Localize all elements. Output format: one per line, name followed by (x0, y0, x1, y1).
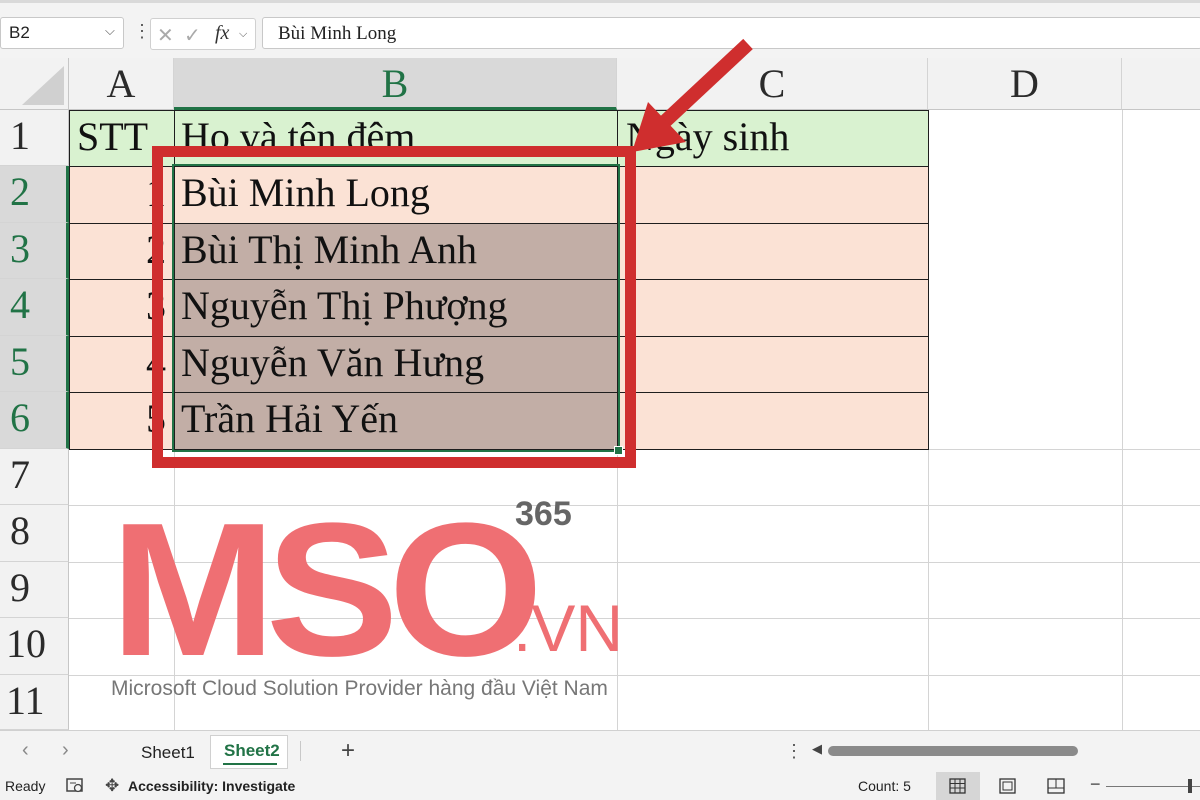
cell-c3[interactable] (617, 223, 929, 280)
row-header-6[interactable]: 6 (0, 392, 69, 449)
name-box[interactable]: B2 ⌵ (0, 17, 124, 49)
row-header-1[interactable]: 1 (0, 110, 69, 166)
column-header-d[interactable]: D (928, 58, 1122, 110)
column-header-a[interactable]: A (69, 58, 174, 110)
column-header-b[interactable]: B (174, 58, 617, 110)
scroll-tabs-right-icon[interactable]: › (62, 739, 69, 762)
more-options-icon[interactable]: ⋮ (785, 741, 803, 762)
row-header-2[interactable]: 2 (0, 166, 69, 223)
scroll-left-icon[interactable]: ◀ (812, 741, 822, 757)
row-header-8[interactable]: 8 (0, 505, 69, 562)
normal-view-button[interactable] (936, 772, 980, 800)
scroll-tabs-left-icon[interactable]: ‹ (22, 739, 29, 762)
highlight-box (152, 146, 636, 468)
insert-function-icon[interactable]: fx (215, 22, 229, 45)
cell-c4[interactable] (617, 279, 929, 337)
grid-line (1122, 110, 1123, 730)
enter-icon[interactable]: ✓ (184, 23, 201, 48)
accessibility-status[interactable]: Accessibility: Investigate (128, 778, 295, 794)
sheet-tab-sheet2[interactable]: Sheet2 (210, 735, 288, 769)
cell-c5[interactable] (617, 336, 929, 393)
divider (300, 741, 301, 761)
more-options-icon[interactable]: ⋮ (133, 21, 151, 42)
macro-record-icon[interactable] (66, 777, 84, 794)
name-box-value: B2 (9, 23, 30, 42)
normal-view-icon (949, 778, 966, 794)
row-header-4[interactable]: 4 (0, 279, 69, 336)
chevron-down-icon[interactable]: ⌵ (239, 27, 247, 41)
row-header-10[interactable]: 10 (0, 618, 69, 675)
cell-c2[interactable] (617, 166, 929, 224)
row-header-3[interactable]: 3 (0, 223, 69, 279)
grid-line (928, 449, 1200, 450)
page-layout-icon[interactable] (999, 778, 1016, 794)
active-tab-underline (223, 763, 277, 765)
sheet-tab-label: Sheet2 (224, 741, 280, 760)
zoom-out-icon[interactable]: − (1090, 774, 1101, 795)
sheet-tab-bar: ‹ › Sheet1 Sheet2 + ⋮ ◀ (0, 730, 1200, 772)
accessibility-icon[interactable]: ✥ (105, 776, 119, 796)
row-header-5[interactable]: 5 (0, 336, 69, 392)
row-header-7[interactable]: 7 (0, 449, 69, 505)
formula-controls: ✕ ✓ fx ⌵ (150, 18, 256, 50)
chevron-down-icon[interactable]: ⌵ (105, 24, 115, 39)
page-break-preview-icon[interactable] (1047, 778, 1065, 794)
sheet-tab-sheet1[interactable]: Sheet1 (141, 743, 195, 763)
status-ready: Ready (5, 778, 46, 794)
status-bar: Ready ✥ Accessibility: Investigate Count… (0, 772, 1200, 800)
cell-c6[interactable] (617, 392, 929, 450)
formula-value: Bùi Minh Long (278, 23, 397, 44)
row-header-11[interactable]: 11 (0, 675, 69, 730)
watermark-domain: .VN (513, 591, 624, 665)
column-header-e[interactable] (1122, 58, 1200, 110)
selection-count: Count: 5 (858, 778, 911, 794)
watermark-tagline: Microsoft Cloud Solution Provider hàng đ… (111, 677, 608, 700)
arrow-icon (632, 38, 753, 152)
watermark-logo: MSO (110, 484, 543, 696)
cancel-icon[interactable]: ✕ (157, 23, 174, 48)
zoom-slider-thumb[interactable] (1188, 779, 1192, 793)
add-sheet-icon[interactable]: + (341, 737, 355, 765)
row-header-9[interactable]: 9 (0, 562, 69, 618)
watermark-superscript: 365 (515, 495, 572, 533)
zoom-slider-track[interactable] (1106, 786, 1200, 787)
horizontal-scrollbar-thumb[interactable] (828, 746, 1078, 756)
select-all-corner[interactable] (0, 58, 69, 110)
